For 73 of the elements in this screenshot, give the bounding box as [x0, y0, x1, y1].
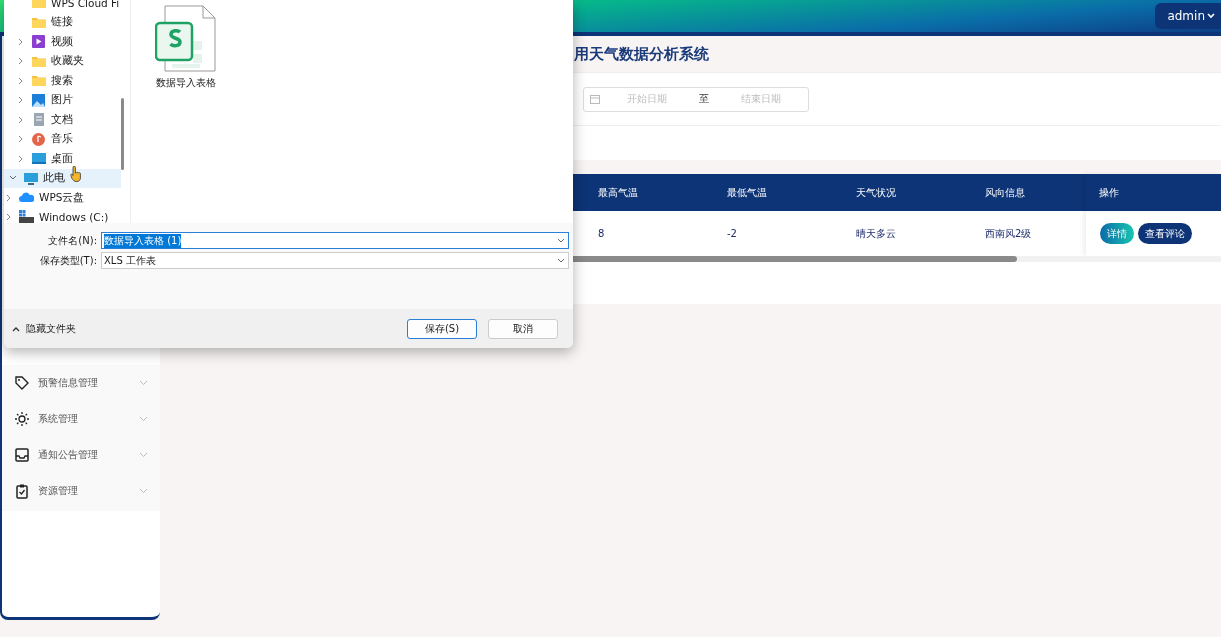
chevron-right-icon: [18, 154, 24, 163]
inbox-icon: [14, 447, 30, 463]
document-icon: [31, 112, 46, 128]
column-header: 最高气温: [597, 185, 639, 200]
column-header: 风向信息: [984, 185, 1026, 200]
chevron-right-icon: [18, 135, 24, 144]
folder-tree-item[interactable]: 链接: [4, 12, 121, 32]
clipboard-icon: [14, 483, 30, 499]
folder-icon: [31, 0, 46, 11]
chevron-right-icon: [18, 76, 24, 85]
desktop-icon: [31, 151, 46, 167]
folder-tree-item[interactable]: 收藏夹: [4, 51, 121, 71]
chevron-up-icon: [12, 325, 20, 332]
table-cell-text: 晴天多云: [855, 226, 897, 241]
chevron-down-icon: [139, 380, 148, 386]
scrollbar-thumb[interactable]: [570, 256, 1017, 262]
menu-item[interactable]: 系统管理: [2, 401, 160, 437]
menu-item[interactable]: 通知公告管理: [2, 437, 160, 473]
save-button[interactable]: 保存(S): [407, 318, 477, 339]
file-type-label: 保存类型(T):: [38, 253, 98, 268]
chevron-down-icon: [139, 452, 148, 458]
menu-item[interactable]: 资源管理: [2, 473, 160, 509]
music-icon: [31, 131, 46, 147]
video-icon: [31, 34, 46, 50]
folder-tree-item[interactable]: 桌面: [4, 149, 121, 169]
file-name-field[interactable]: 数据导入表格 (1): [101, 232, 569, 249]
folder-tree-item[interactable]: 音乐: [4, 129, 121, 149]
details-button[interactable]: 详情: [1100, 223, 1134, 244]
chevron-down-icon: [9, 175, 17, 182]
folder-tree-item[interactable]: 图片: [4, 90, 121, 110]
chevron-down-icon[interactable]: [557, 237, 565, 244]
folder-tree-item[interactable]: WPS云盘: [4, 188, 121, 208]
folder-tree-item[interactable]: 此电: [4, 168, 121, 188]
chevron-down-icon[interactable]: [557, 257, 565, 264]
user-menu-button[interactable]: admin: [1155, 3, 1221, 29]
sun-icon: [14, 411, 30, 427]
tag-icon: [14, 375, 30, 391]
folder-tree-item[interactable]: 搜索: [4, 71, 121, 91]
chevron-down-icon: [1207, 13, 1215, 19]
range-separator: 至: [698, 92, 710, 106]
file-type-dropdown[interactable]: XLS 工作表: [101, 252, 569, 269]
column-header: 操作: [1086, 174, 1221, 211]
chevron-right-icon: [18, 96, 24, 105]
chevron-down-icon: [139, 488, 148, 494]
table-cell-text: 西南风2级: [984, 226, 1033, 241]
folder-tree-item[interactable]: 文档: [4, 110, 121, 130]
file-name-label: 文件名(N):: [47, 233, 98, 248]
file-item[interactable]: 数据导入表格: [151, 5, 221, 90]
folder-tree-item[interactable]: 视频: [4, 32, 121, 52]
cancel-button[interactable]: 取消: [488, 318, 558, 339]
comments-button[interactable]: 查看评论: [1138, 223, 1192, 244]
chevron-right-icon: [6, 213, 12, 222]
hide-folders-toggle[interactable]: 隐藏文件夹: [12, 321, 76, 336]
spreadsheet-file-icon: [155, 5, 217, 73]
hand-cursor-icon: [70, 166, 82, 182]
menu-item[interactable]: 预警信息管理: [2, 365, 160, 401]
column-header: 最低气温: [726, 185, 768, 200]
picture-icon: [31, 92, 46, 108]
folder-tree-item[interactable]: Windows (C:): [4, 207, 121, 223]
table-cell-text: 8: [597, 228, 606, 239]
folder-icon: [31, 73, 46, 89]
scrollbar-thumb[interactable]: [121, 98, 124, 170]
chevron-right-icon: [18, 37, 24, 46]
table-cell-text: -2: [726, 228, 738, 239]
drive-icon: [19, 209, 34, 223]
calendar-icon: [590, 94, 600, 104]
chevron-right-icon: [18, 57, 24, 66]
column-header: 天气状况: [855, 185, 897, 200]
computer-icon: [23, 170, 38, 186]
chevron-right-icon: [6, 193, 12, 202]
chevron-right-icon: [18, 115, 24, 124]
page-title: 用天气数据分析系统: [573, 43, 710, 65]
chevron-down-icon: [139, 416, 148, 422]
